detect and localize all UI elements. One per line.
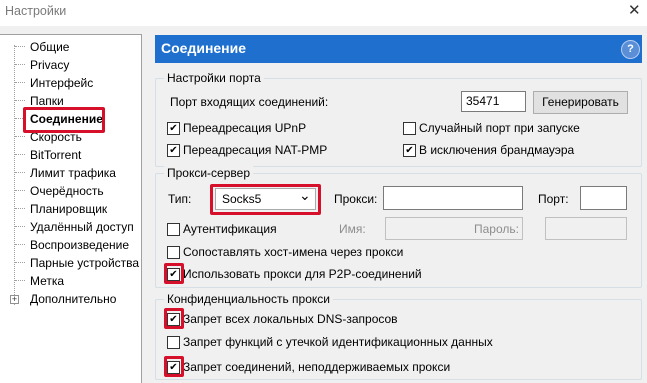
proxy-host-label: Прокси: — [334, 192, 378, 206]
sidebar-item-label: Удалённый доступ — [30, 220, 134, 234]
upnp-checkbox[interactable]: ✔ — [167, 122, 180, 135]
password-input — [545, 217, 627, 240]
sidebar-item-remote-access[interactable]: Удалённый доступ — [0, 218, 141, 236]
sidebar-item-paired-devices[interactable]: Парные устройства — [0, 254, 141, 272]
leak-block-checkbox[interactable] — [167, 336, 180, 349]
proxy-port-input[interactable] — [580, 186, 627, 210]
sidebar-item-label: Воспроизведение — [30, 238, 130, 252]
title-bar: Настройки ✕ — [0, 0, 647, 26]
window-title: Настройки — [5, 4, 67, 18]
incoming-port-input[interactable]: 35471 — [461, 91, 526, 112]
p2p-proxy-label: Использовать прокси для P2P-соединений — [183, 267, 422, 281]
sidebar-item-label: Общие — [30, 40, 70, 54]
tree-connector — [15, 136, 25, 137]
tree-connector — [15, 208, 25, 209]
proxy-port-label: Порт: — [538, 192, 569, 206]
sidebar-item-advanced[interactable]: + Дополнительно — [0, 290, 141, 308]
generate-port-button[interactable]: Генерировать — [533, 91, 628, 114]
page-header: Соединение ? — [155, 35, 642, 63]
username-label: Имя: — [339, 222, 366, 236]
sidebar-item-label: Privacy — [30, 58, 70, 72]
leak-block-label: Запрет функций с утечкой идентификационн… — [183, 335, 493, 349]
sidebar-item-label: BitTorrent — [30, 148, 82, 162]
page-title: Соединение — [161, 40, 247, 56]
sidebar-item-bittorrent[interactable]: BitTorrent — [0, 146, 141, 164]
password-label: Пароль: — [474, 222, 519, 236]
settings-tree: Общие Privacy Интерфейс Папки Соединение… — [0, 34, 142, 383]
sidebar-item-playback[interactable]: Воспроизведение — [0, 236, 141, 254]
authentication-checkbox[interactable] — [167, 223, 180, 236]
sidebar-item-label: Интерфейс — [30, 76, 94, 90]
proxy-type-label: Тип: — [168, 192, 192, 206]
sidebar-item-label: Очерёдность — [30, 184, 104, 198]
sidebar-item-label: Метка — [30, 274, 65, 288]
tree-connector — [15, 262, 25, 263]
sidebar-item-label: Дополнительно — [30, 292, 117, 306]
sidebar-item-traffic-limit[interactable]: Лимит трафика — [0, 164, 141, 182]
tree-connector — [15, 280, 25, 281]
resolve-hostnames-label: Сопоставлять хост-имена через прокси — [183, 245, 404, 259]
group-title: Конфиденциальность прокси — [164, 292, 333, 306]
sidebar-item-label-settings[interactable]: Метка — [0, 272, 141, 290]
highlight-box — [164, 263, 184, 284]
close-icon[interactable]: ✕ — [628, 1, 641, 19]
tree-connector — [15, 82, 25, 83]
tree-connector — [15, 64, 25, 65]
sidebar-item-general[interactable]: Общие — [0, 38, 141, 56]
proxy-host-input[interactable] — [383, 186, 523, 210]
tree-connector — [15, 172, 25, 173]
firewall-label: В исключения брандмауэра — [419, 143, 575, 157]
sidebar-item-label: Папки — [30, 94, 64, 108]
sidebar-item-interface[interactable]: Интерфейс — [0, 74, 141, 92]
sidebar-item-label: Парные устройства — [30, 256, 140, 270]
sidebar-item-queueing[interactable]: Очерёдность — [0, 182, 141, 200]
tree-connector — [15, 100, 25, 101]
tree-connector — [15, 226, 25, 227]
expand-icon[interactable]: + — [10, 295, 19, 304]
resolve-hostnames-checkbox[interactable] — [167, 246, 180, 259]
tree-connector — [15, 154, 25, 155]
sidebar-item-label: Планировщик — [30, 202, 108, 216]
sidebar-item-privacy[interactable]: Privacy — [0, 56, 141, 74]
sidebar-item-scheduler[interactable]: Планировщик — [0, 200, 141, 218]
group-title: Настройки порта — [164, 71, 264, 85]
highlight-box — [23, 107, 105, 133]
dns-block-label: Запрет всех локальных DNS-запросов — [183, 312, 398, 326]
tree-connector — [15, 244, 25, 245]
highlight-box — [210, 184, 321, 215]
authentication-label: Аутентификация — [183, 222, 277, 236]
help-icon[interactable]: ? — [621, 40, 640, 59]
firewall-checkbox[interactable]: ✔ — [403, 144, 416, 157]
random-port-checkbox[interactable] — [403, 122, 416, 135]
upnp-label: Переадресация UPnP — [183, 121, 307, 135]
highlight-box — [164, 308, 184, 329]
unsupported-block-label: Запрет соединений, неподдерживаемых прок… — [183, 360, 451, 374]
tree-connector — [15, 46, 25, 47]
natpmp-checkbox[interactable]: ✔ — [167, 144, 180, 157]
tree-connector — [15, 190, 25, 191]
highlight-box — [164, 356, 184, 377]
sidebar-item-label: Лимит трафика — [30, 166, 116, 180]
random-port-label: Случайный порт при запуске — [419, 121, 580, 135]
group-title: Прокси-сервер — [164, 166, 253, 180]
natpmp-label: Переадресация NAT-PMP — [183, 143, 328, 157]
incoming-port-label: Порт входящих соединений: — [170, 95, 329, 109]
